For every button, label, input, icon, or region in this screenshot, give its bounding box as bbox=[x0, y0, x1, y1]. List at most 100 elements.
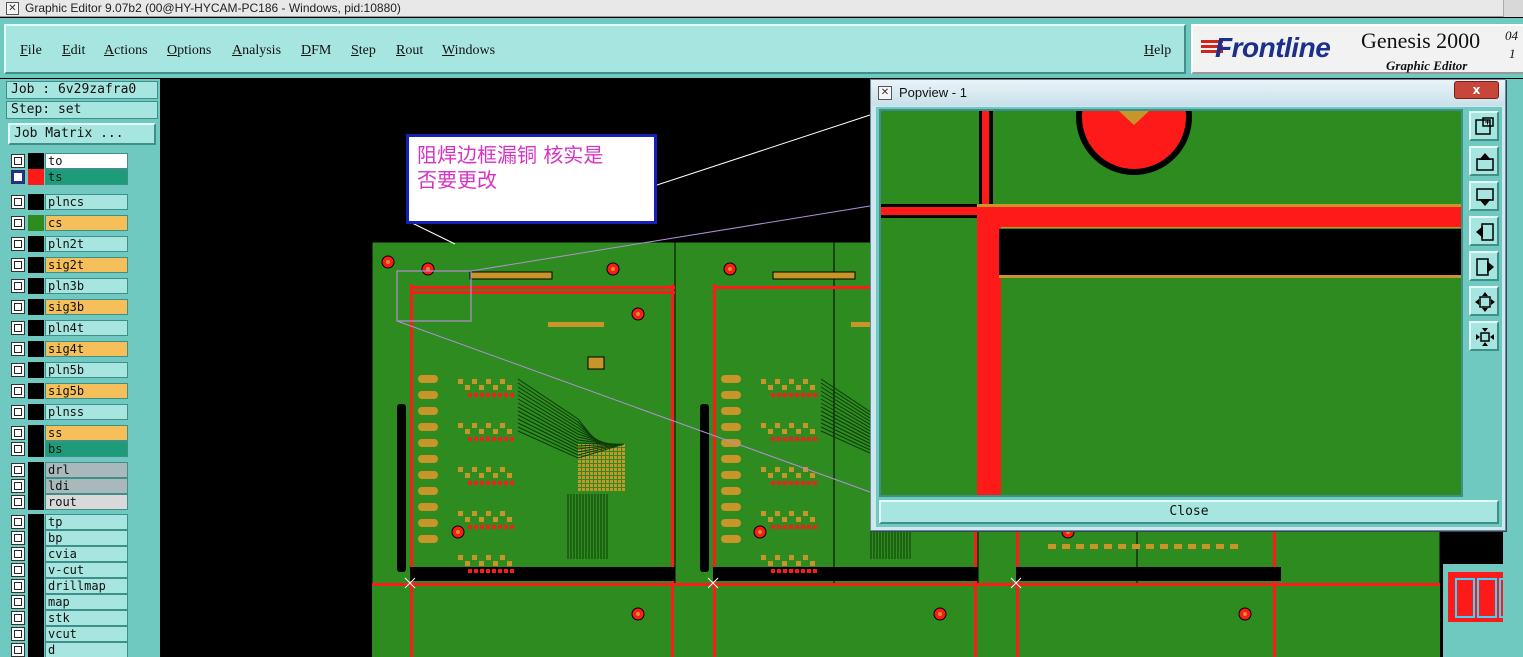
layer-row-sig5b[interactable]: sig5b bbox=[8, 383, 132, 399]
layer-color-swatch[interactable] bbox=[28, 530, 44, 546]
layer-checkbox[interactable] bbox=[11, 170, 25, 184]
layer-row-pln5b[interactable]: pln5b bbox=[8, 362, 132, 378]
layer-color-swatch[interactable] bbox=[28, 546, 44, 562]
layer-name[interactable]: plncs bbox=[45, 194, 128, 210]
menu-file[interactable]: File bbox=[20, 43, 42, 59]
layer-name[interactable]: sig2t bbox=[45, 257, 128, 273]
layer-name[interactable]: tp bbox=[45, 514, 128, 530]
layer-name[interactable]: pln3b bbox=[45, 278, 128, 294]
layer-name[interactable]: plnss bbox=[45, 404, 128, 420]
layer-row-ss[interactable]: ss bbox=[8, 425, 132, 441]
layer-name[interactable]: drl bbox=[45, 462, 128, 478]
layer-row-ldi[interactable]: ldi bbox=[8, 478, 132, 494]
layer-row-pln2t[interactable]: pln2t bbox=[8, 236, 132, 252]
layer-name[interactable]: map bbox=[45, 594, 128, 610]
layer-checkbox[interactable] bbox=[11, 442, 25, 456]
layer-color-swatch[interactable] bbox=[28, 642, 44, 657]
layer-color-swatch[interactable] bbox=[28, 383, 44, 399]
layer-name[interactable]: ts bbox=[45, 169, 128, 185]
layer-checkbox[interactable] bbox=[11, 237, 25, 251]
layer-name[interactable]: sig3b bbox=[45, 299, 128, 315]
menu-help[interactable]: Help bbox=[1144, 43, 1171, 59]
pan-right-icon[interactable] bbox=[1469, 251, 1499, 281]
layer-row-bs[interactable]: bs bbox=[8, 441, 132, 457]
layer-name[interactable]: sig5b bbox=[45, 383, 128, 399]
layer-row-pln4t[interactable]: pln4t bbox=[8, 320, 132, 336]
layer-name[interactable]: sig4t bbox=[45, 341, 128, 357]
layer-row-plncs[interactable]: plncs bbox=[8, 194, 132, 210]
layer-checkbox[interactable] bbox=[11, 531, 25, 545]
layer-row-vcut[interactable]: vcut bbox=[8, 626, 132, 642]
layer-color-swatch[interactable] bbox=[28, 194, 44, 210]
layer-checkbox[interactable] bbox=[11, 611, 25, 625]
zoom-window-icon[interactable] bbox=[1469, 111, 1499, 141]
layer-row-drillmap[interactable]: drillmap bbox=[8, 578, 132, 594]
layer-checkbox[interactable] bbox=[11, 321, 25, 335]
layer-name[interactable]: bp bbox=[45, 530, 128, 546]
menu-windows[interactable]: Windows bbox=[442, 43, 495, 59]
layer-checkbox[interactable] bbox=[11, 547, 25, 561]
layer-color-swatch[interactable] bbox=[28, 494, 44, 510]
layer-name[interactable]: pln2t bbox=[45, 236, 128, 252]
layer-row-d[interactable]: d bbox=[8, 642, 132, 657]
popview-close-button[interactable]: Close bbox=[879, 500, 1499, 524]
menu-step[interactable]: Step bbox=[351, 43, 376, 59]
layer-name[interactable]: cvia bbox=[45, 546, 128, 562]
layer-checkbox[interactable] bbox=[11, 363, 25, 377]
window-control-button[interactable] bbox=[1503, 0, 1523, 17]
menu-dfm[interactable]: DFM bbox=[301, 43, 331, 59]
layer-color-swatch[interactable] bbox=[28, 578, 44, 594]
popview-window[interactable]: ✕ Popview - 1 x Close bbox=[870, 59, 1506, 531]
layer-color-swatch[interactable] bbox=[28, 169, 44, 185]
menu-analysis[interactable]: Analysis bbox=[232, 43, 281, 59]
layer-name[interactable]: pln5b bbox=[45, 362, 128, 378]
layer-color-swatch[interactable] bbox=[28, 215, 44, 231]
layer-checkbox[interactable] bbox=[11, 342, 25, 356]
layer-checkbox[interactable] bbox=[11, 384, 25, 398]
layer-color-swatch[interactable] bbox=[28, 425, 44, 441]
layer-checkbox[interactable] bbox=[11, 495, 25, 509]
layer-checkbox[interactable] bbox=[11, 426, 25, 440]
layer-name[interactable]: to bbox=[45, 153, 128, 169]
layer-row-to[interactable]: to bbox=[8, 153, 132, 169]
layer-color-swatch[interactable] bbox=[28, 404, 44, 420]
layer-color-swatch[interactable] bbox=[28, 299, 44, 315]
layer-checkbox[interactable] bbox=[11, 405, 25, 419]
layer-name[interactable]: pln4t bbox=[45, 320, 128, 336]
layer-color-swatch[interactable] bbox=[28, 320, 44, 336]
menu-rout[interactable]: Rout bbox=[396, 43, 423, 59]
layer-row-tp[interactable]: tp bbox=[8, 514, 132, 530]
layer-checkbox[interactable] bbox=[11, 643, 25, 657]
layer-checkbox[interactable] bbox=[11, 279, 25, 293]
layer-row-rout[interactable]: rout bbox=[8, 494, 132, 510]
layer-row-map[interactable]: map bbox=[8, 594, 132, 610]
layer-row-v-cut[interactable]: v-cut bbox=[8, 562, 132, 578]
pan-left-icon[interactable] bbox=[1469, 216, 1499, 246]
layer-checkbox[interactable] bbox=[11, 563, 25, 577]
layer-row-stk[interactable]: stk bbox=[8, 610, 132, 626]
layer-row-cvia[interactable]: cvia bbox=[8, 546, 132, 562]
layer-color-swatch[interactable] bbox=[28, 362, 44, 378]
pan-down-icon[interactable] bbox=[1469, 181, 1499, 211]
layer-row-plnss[interactable]: plnss bbox=[8, 404, 132, 420]
menu-actions[interactable]: Actions bbox=[104, 43, 148, 59]
popview-title-bar[interactable]: ✕ Popview - 1 x bbox=[871, 80, 1505, 106]
layer-row-drl[interactable]: drl bbox=[8, 462, 132, 478]
layer-color-swatch[interactable] bbox=[28, 478, 44, 494]
layer-checkbox[interactable] bbox=[11, 195, 25, 209]
layer-checkbox[interactable] bbox=[11, 216, 25, 230]
layer-checkbox[interactable] bbox=[11, 154, 25, 168]
job-matrix-button[interactable]: Job Matrix ... bbox=[8, 123, 156, 145]
layer-color-swatch[interactable] bbox=[28, 594, 44, 610]
popview-canvas[interactable] bbox=[879, 59, 1463, 497]
menu-edit[interactable]: Edit bbox=[62, 43, 85, 59]
layer-color-swatch[interactable] bbox=[28, 462, 44, 478]
layer-name[interactable]: bs bbox=[45, 441, 128, 457]
popview-close-x-button[interactable]: x bbox=[1454, 81, 1499, 99]
layer-row-sig2t[interactable]: sig2t bbox=[8, 257, 132, 273]
layer-checkbox[interactable] bbox=[11, 579, 25, 593]
layer-row-cs[interactable]: cs bbox=[8, 215, 132, 231]
layer-checkbox[interactable] bbox=[11, 627, 25, 641]
layer-name[interactable]: cs bbox=[45, 215, 128, 231]
layer-color-swatch[interactable] bbox=[28, 610, 44, 626]
